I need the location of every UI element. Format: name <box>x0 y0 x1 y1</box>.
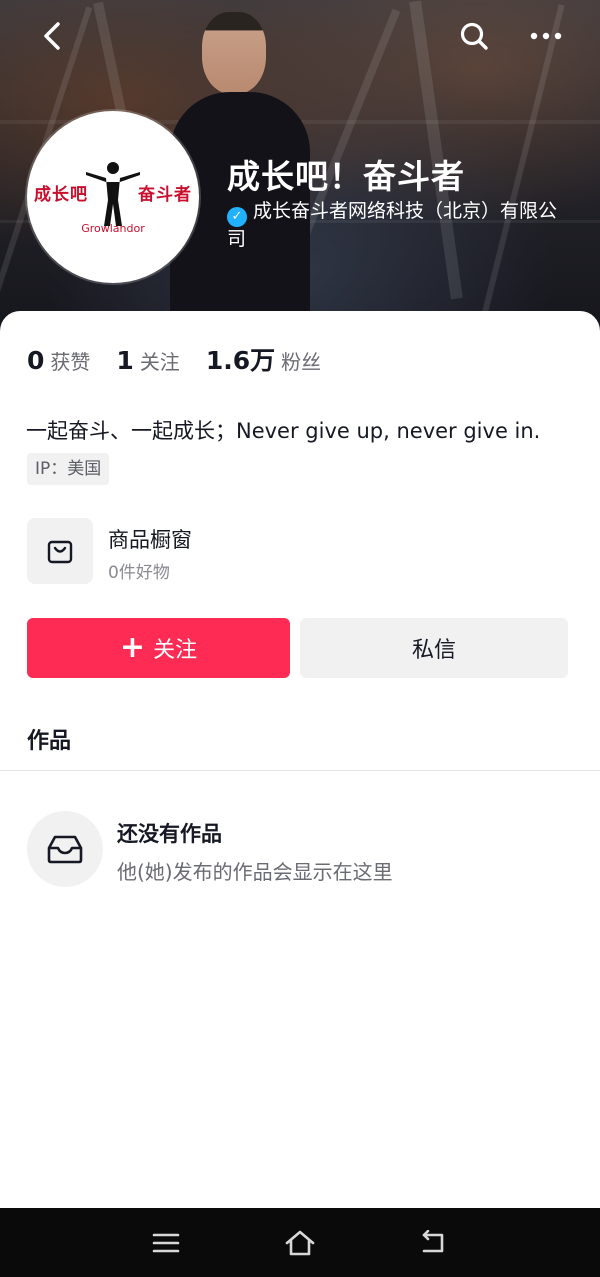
shop-window-entry[interactable]: 商品橱窗 0件好物 <box>27 518 427 584</box>
inbox-tray-icon <box>47 835 83 864</box>
search-button[interactable] <box>454 16 494 56</box>
stat-followers-label: 粉丝 <box>281 350 322 374</box>
avatar-logo-en: Growlandor <box>81 221 145 235</box>
stat-followers-value: 1.6万 <box>205 346 276 375</box>
back-nav-button[interactable] <box>413 1226 453 1260</box>
verified-check-icon: ✓ <box>227 207 247 227</box>
shop-title: 商品橱窗 <box>108 528 192 552</box>
back-button[interactable] <box>32 16 72 56</box>
system-navigation-bar <box>0 1208 600 1277</box>
plus-icon: + <box>119 630 146 665</box>
search-icon <box>460 22 488 50</box>
recents-button[interactable] <box>146 1226 186 1260</box>
verified-org-text: 成长奋斗者网络科技（北京）有限公司 <box>227 200 558 250</box>
more-dots-icon <box>530 32 562 40</box>
empty-state-icon-circle <box>27 811 103 887</box>
avatar-logo: 成长吧 奋斗者 <box>34 160 192 226</box>
stat-likes[interactable]: 0 获赞 <box>27 346 90 375</box>
profile-bio: 一起奋斗、一起成长；Never give up, never give in. <box>26 419 541 443</box>
person-silhouette-icon <box>86 161 140 226</box>
shopping-bag-icon <box>47 540 73 564</box>
home-button[interactable] <box>280 1226 320 1260</box>
empty-state-subtitle: 他(她)发布的作品会显示在这里 <box>117 860 393 884</box>
profile-stats: 0 获赞 1 关注 1.6万 粉丝 <box>27 341 347 377</box>
profile-name: 成长吧！奋斗者 <box>227 157 465 196</box>
avatar[interactable]: 成长吧 奋斗者 Growlandor <box>27 111 199 283</box>
home-icon <box>285 1230 315 1256</box>
more-button[interactable] <box>526 16 566 56</box>
stat-followers[interactable]: 1.6万 粉丝 <box>206 341 321 377</box>
stat-following[interactable]: 1 关注 <box>116 346 179 375</box>
menu-lines-icon <box>152 1233 180 1253</box>
stat-following-label: 关注 <box>139 350 180 374</box>
return-arrow-icon <box>422 1230 444 1253</box>
verified-org: ✓ 成长奋斗者网络科技（北京）有限公司 <box>227 199 557 252</box>
message-label: 私信 <box>411 638 456 663</box>
ip-location-tag: IP：美国 <box>27 453 110 485</box>
chevron-left-icon <box>44 22 60 50</box>
tab-divider <box>0 770 600 771</box>
follow-label: 关注 <box>153 638 198 663</box>
message-button[interactable]: 私信 <box>300 618 568 678</box>
stat-following-value: 1 <box>116 346 134 375</box>
stat-likes-label: 获赞 <box>50 350 91 374</box>
stat-likes-value: 0 <box>27 346 45 375</box>
tab-works[interactable]: 作品 <box>27 723 71 755</box>
follow-button[interactable]: + 关注 <box>27 618 290 678</box>
profile-card: 0 获赞 1 关注 1.6万 粉丝 一起奋斗、一起成长；Never give u… <box>0 311 600 1211</box>
empty-state-title: 还没有作品 <box>117 822 222 846</box>
shop-subtitle: 0件好物 <box>108 563 170 583</box>
shop-icon-box <box>27 518 93 584</box>
